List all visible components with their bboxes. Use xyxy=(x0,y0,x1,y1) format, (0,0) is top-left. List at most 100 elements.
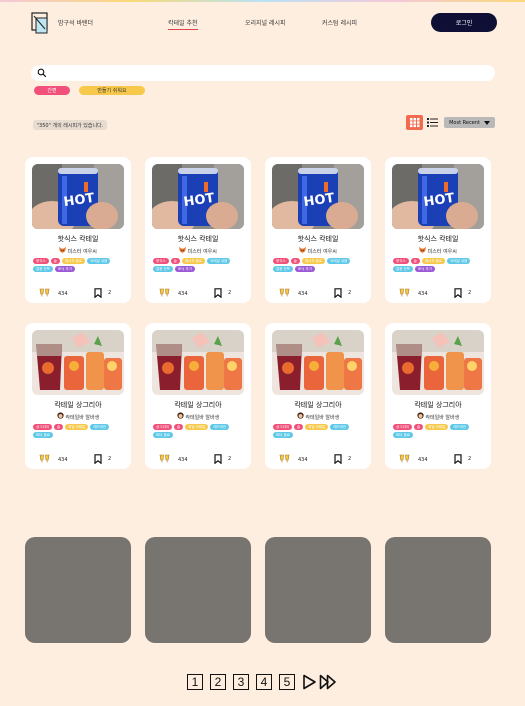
recipe-card[interactable]: 칵테일 상그리아 칵테일바 알바생 상그리아 술 과일 칵테일 레드와인 파티 음료 4… xyxy=(25,323,131,469)
recipe-tag[interactable]: 과일 칵테일 xyxy=(425,424,449,430)
page-button-3[interactable]: 3 xyxy=(233,674,249,690)
page-button-5[interactable]: 5 xyxy=(279,674,295,690)
recipe-tag[interactable]: 에너지 음료 xyxy=(61,258,86,264)
cheers-icon[interactable] xyxy=(39,288,50,297)
nav-original-recipe[interactable]: 오리지널 레시피 xyxy=(245,18,286,27)
recipe-tag[interactable]: 에너지 음료 xyxy=(301,258,326,264)
recipe-tag[interactable]: 과일 칵테일 xyxy=(305,424,329,430)
cheers-icon[interactable] xyxy=(279,454,290,463)
recipe-title[interactable]: 핫식스 칵테일 xyxy=(25,234,131,244)
recipe-tag[interactable]: 핫식스 xyxy=(153,258,169,264)
last-page-icon[interactable] xyxy=(319,674,337,690)
recipe-tag[interactable]: 레드와인 xyxy=(210,424,230,430)
recipe-tag[interactable]: 상그리아 xyxy=(273,424,292,430)
recipe-tag[interactable]: 과일 칵테일 xyxy=(185,424,209,430)
cheers-icon[interactable] xyxy=(279,288,290,297)
recipe-tag[interactable]: 술 xyxy=(173,424,184,430)
recipe-image[interactable]: HOT xyxy=(272,164,364,229)
recipe-tag[interactable]: 술 xyxy=(410,258,420,264)
recipe-card[interactable]: HOT 핫식스 칵테일 미스터 여우씨 핫식스 술 에너지 음료 칵테일 쉬움 얼음 잔… xyxy=(265,157,371,303)
page-button-2[interactable]: 2 xyxy=(210,674,226,690)
sort-dropdown[interactable]: Most Recent xyxy=(444,117,495,128)
recipe-tag[interactable]: 에너지 음료 xyxy=(421,258,446,264)
recipe-tag[interactable]: 토닉 추가 xyxy=(295,266,315,272)
cheers-icon[interactable] xyxy=(399,288,410,297)
filter-tag[interactable]: 만들기 쉬워요 xyxy=(79,86,145,95)
login-button[interactable]: 로그인 xyxy=(431,13,497,32)
recipe-tag[interactable]: 파티 음료 xyxy=(393,432,413,438)
recipe-card[interactable]: HOT 핫식스 칵테일 미스터 여우씨 핫식스 술 에너지 음료 칵테일 쉬움 얼음 잔… xyxy=(25,157,131,303)
recipe-card[interactable]: HOT 핫식스 칵테일 미스터 여우씨 핫식스 술 에너지 음료 칵테일 쉬움 얼음 잔… xyxy=(145,157,251,303)
recipe-tag[interactable]: 술 xyxy=(413,424,424,430)
recipe-image[interactable]: HOT xyxy=(32,164,124,229)
list-view-icon[interactable] xyxy=(424,115,440,130)
recipe-tag[interactable]: 술 xyxy=(290,258,300,264)
recipe-image[interactable] xyxy=(392,330,484,395)
bookmark-icon[interactable] xyxy=(334,288,342,298)
recipe-tag[interactable]: 상그리아 xyxy=(393,424,412,430)
recipe-card[interactable]: 칵테일 상그리아 칵테일바 알바생 상그리아 술 과일 칵테일 레드와인 파티 음료 4… xyxy=(385,323,491,469)
recipe-title[interactable]: 칵테일 상그리아 xyxy=(25,400,131,410)
bookmark-icon[interactable] xyxy=(214,288,222,298)
recipe-image[interactable] xyxy=(272,330,364,395)
nav-custom-recipe[interactable]: 커스텀 레시피 xyxy=(322,18,357,27)
recipe-tag[interactable]: 칵테일 쉬움 xyxy=(207,258,231,264)
recipe-tag[interactable]: 토닉 추가 xyxy=(55,266,75,272)
logo-icon[interactable] xyxy=(31,12,53,34)
recipe-card[interactable]: HOT 핫식스 칵테일 미스터 여우씨 핫식스 술 에너지 음료 칵테일 쉬움 얼음 잔… xyxy=(385,157,491,303)
recipe-tag[interactable]: 파티 음료 xyxy=(273,432,293,438)
recipe-card[interactable]: 칵테일 상그리아 칵테일바 알바생 상그리아 술 과일 칵테일 레드와인 파티 음료 4… xyxy=(145,323,251,469)
recipe-tag[interactable]: 얼음 잔뜩 xyxy=(393,266,413,272)
recipe-tag[interactable]: 상그리아 xyxy=(33,424,52,430)
recipe-tag[interactable]: 과일 칵테일 xyxy=(65,424,89,430)
recipe-tag[interactable]: 얼음 잔뜩 xyxy=(273,266,293,272)
recipe-title[interactable]: 칵테일 상그리아 xyxy=(385,400,491,410)
recipe-tag[interactable]: 술 xyxy=(170,258,180,264)
bookmark-icon[interactable] xyxy=(334,454,342,464)
recipe-title[interactable]: 칵테일 상그리아 xyxy=(145,400,251,410)
page-button-1[interactable]: 1 xyxy=(187,674,203,690)
recipe-title[interactable]: 핫식스 칵테일 xyxy=(265,234,371,244)
recipe-tag[interactable]: 핫식스 xyxy=(273,258,289,264)
recipe-tag[interactable]: 얼음 잔뜩 xyxy=(33,266,53,272)
recipe-tag[interactable]: 칵테일 쉬움 xyxy=(327,258,351,264)
recipe-image[interactable] xyxy=(32,330,124,395)
recipe-tag[interactable]: 칵테일 쉬움 xyxy=(87,258,111,264)
bookmark-icon[interactable] xyxy=(94,454,102,464)
recipe-tag[interactable]: 상그리아 xyxy=(153,424,172,430)
filter-tag[interactable]: 간편 xyxy=(34,86,70,95)
recipe-image[interactable]: HOT xyxy=(392,164,484,229)
cheers-icon[interactable] xyxy=(399,454,410,463)
recipe-tag[interactable]: 핫식스 xyxy=(33,258,49,264)
recipe-tag[interactable]: 핫식스 xyxy=(393,258,409,264)
next-icon[interactable] xyxy=(301,674,319,690)
cheers-icon[interactable] xyxy=(39,454,50,463)
recipe-card[interactable]: 칵테일 상그리아 칵테일바 알바생 상그리아 술 과일 칵테일 레드와인 파티 음료 4… xyxy=(265,323,371,469)
bookmark-icon[interactable] xyxy=(214,454,222,464)
nav-cocktail-recommend[interactable]: 칵테일 추천 xyxy=(168,18,198,30)
recipe-title[interactable]: 칵테일 상그리아 xyxy=(265,400,371,410)
grid-view-toggle[interactable] xyxy=(406,115,423,130)
bookmark-icon[interactable] xyxy=(454,288,462,298)
logo-text[interactable]: 밤구석 바텐더 xyxy=(58,18,93,27)
recipe-tag[interactable]: 토닉 추가 xyxy=(175,266,195,272)
recipe-tag[interactable]: 레드와인 xyxy=(90,424,110,430)
recipe-tag[interactable]: 얼음 잔뜩 xyxy=(153,266,173,272)
search-bar[interactable] xyxy=(31,65,495,81)
recipe-tag[interactable]: 술 xyxy=(293,424,304,430)
recipe-tag[interactable]: 토닉 추가 xyxy=(415,266,435,272)
cheers-icon[interactable] xyxy=(159,454,170,463)
recipe-tag[interactable]: 술 xyxy=(53,424,64,430)
recipe-tag[interactable]: 레드와인 xyxy=(450,424,470,430)
bookmark-icon[interactable] xyxy=(94,288,102,298)
recipe-tag[interactable]: 에너지 음료 xyxy=(181,258,206,264)
recipe-image[interactable] xyxy=(152,330,244,395)
recipe-title[interactable]: 핫식스 칵테일 xyxy=(145,234,251,244)
recipe-tag[interactable]: 칵테일 쉬움 xyxy=(447,258,471,264)
recipe-tag[interactable]: 술 xyxy=(50,258,60,264)
recipe-tag[interactable]: 파티 음료 xyxy=(153,432,173,438)
recipe-image[interactable]: HOT xyxy=(152,164,244,229)
bookmark-icon[interactable] xyxy=(454,454,462,464)
cheers-icon[interactable] xyxy=(159,288,170,297)
recipe-tag[interactable]: 레드와인 xyxy=(330,424,350,430)
